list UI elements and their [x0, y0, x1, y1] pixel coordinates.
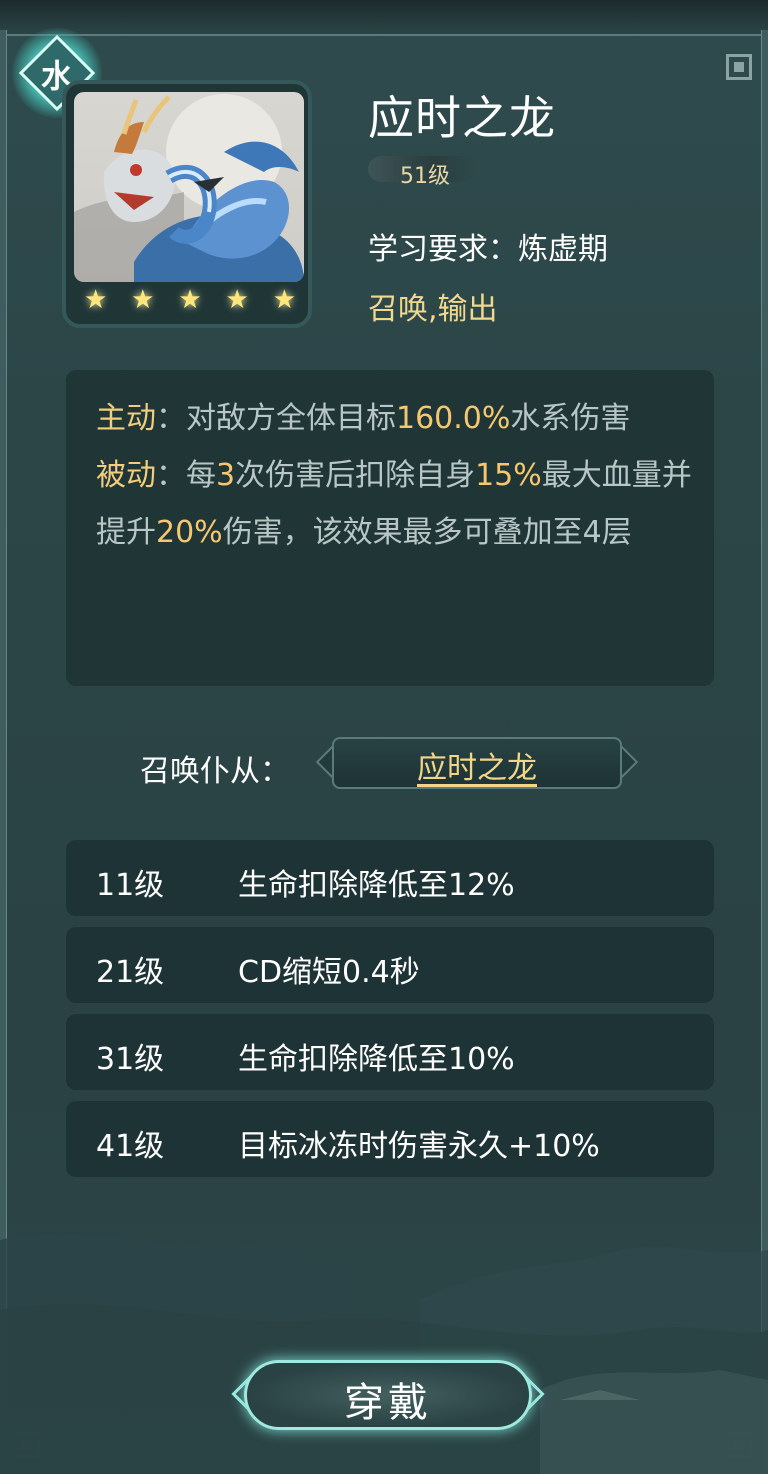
equip-button[interactable]: 穿戴 [231, 1356, 545, 1434]
summon-label: 召唤仆从： [140, 754, 290, 789]
upgrade-level: 11级 [96, 868, 165, 903]
upgrade-row: 41级 目标冰冻时伤害永久+10% [66, 1101, 714, 1177]
upgrade-level: 31级 [96, 1042, 165, 1077]
skill-portrait: ★ ★ ★ ★ ★ [62, 80, 312, 328]
passive-label: 被动 [96, 458, 156, 493]
upgrade-level: 41级 [96, 1129, 165, 1164]
learn-requirement: 学习要求：炼虚期 [368, 224, 608, 268]
upgrade-effect: 生命扣除降低至12% [238, 868, 515, 903]
star-icon: ★ [225, 285, 249, 315]
upgrade-effect: CD缩短0.4秒 [238, 955, 420, 990]
skill-name: 应时之龙 [368, 91, 556, 145]
requirement-label: 学习要求： [368, 232, 518, 267]
upgrade-row: 11级 生命扣除降低至12% [66, 840, 714, 916]
summon-link-button[interactable]: 应时之龙 [315, 733, 639, 793]
blue-dragon-portrait-icon [74, 92, 304, 282]
star-icon: ★ [83, 285, 108, 315]
upgrade-row: 21级 CD缩短0.4秒 [66, 927, 714, 1003]
star-icon: ★ [272, 285, 296, 315]
star-icon: ★ [131, 285, 155, 315]
corner-ornament-icon [720, 48, 760, 88]
upgrade-row: 31级 生命扣除降低至10% [66, 1014, 714, 1090]
summon-link-text[interactable]: 应时之龙 [318, 743, 636, 787]
skill-roles: 召唤,输出 [368, 292, 498, 327]
upgrade-effect: 生命扣除降低至10% [238, 1042, 515, 1077]
star-rating: ★ ★ ★ ★ ★ [72, 280, 308, 320]
skill-level: 51级 [400, 164, 450, 189]
star-icon: ★ [178, 285, 202, 315]
skill-description: 主动：对敌方全体目标160.0%水系伤害 被动：每3次伤害后扣除自身15%最大血… [96, 401, 692, 550]
active-label: 主动 [96, 401, 156, 436]
skill-description-box: 主动：对敌方全体目标160.0%水系伤害 被动：每3次伤害后扣除自身15%最大血… [66, 370, 714, 686]
requirement-value: 炼虚期 [518, 232, 608, 267]
upgrade-list: 11级 生命扣除降低至12% 21级 CD缩短0.4秒 31级 生命扣除降低至1… [66, 840, 714, 1188]
top-border [0, 0, 768, 36]
equip-button-label[interactable]: 穿戴 [238, 1370, 538, 1428]
upgrade-effect: 目标冰冻时伤害永久+10% [238, 1129, 600, 1164]
skill-detail-panel: 水 ★ ★ ★ ★ ★ 应时之龙 51级 学习要求：炼虚期 召唤,输出 主动：对… [0, 0, 768, 1474]
active-damage-value: 160.0% [396, 401, 511, 436]
upgrade-level: 21级 [96, 955, 165, 990]
